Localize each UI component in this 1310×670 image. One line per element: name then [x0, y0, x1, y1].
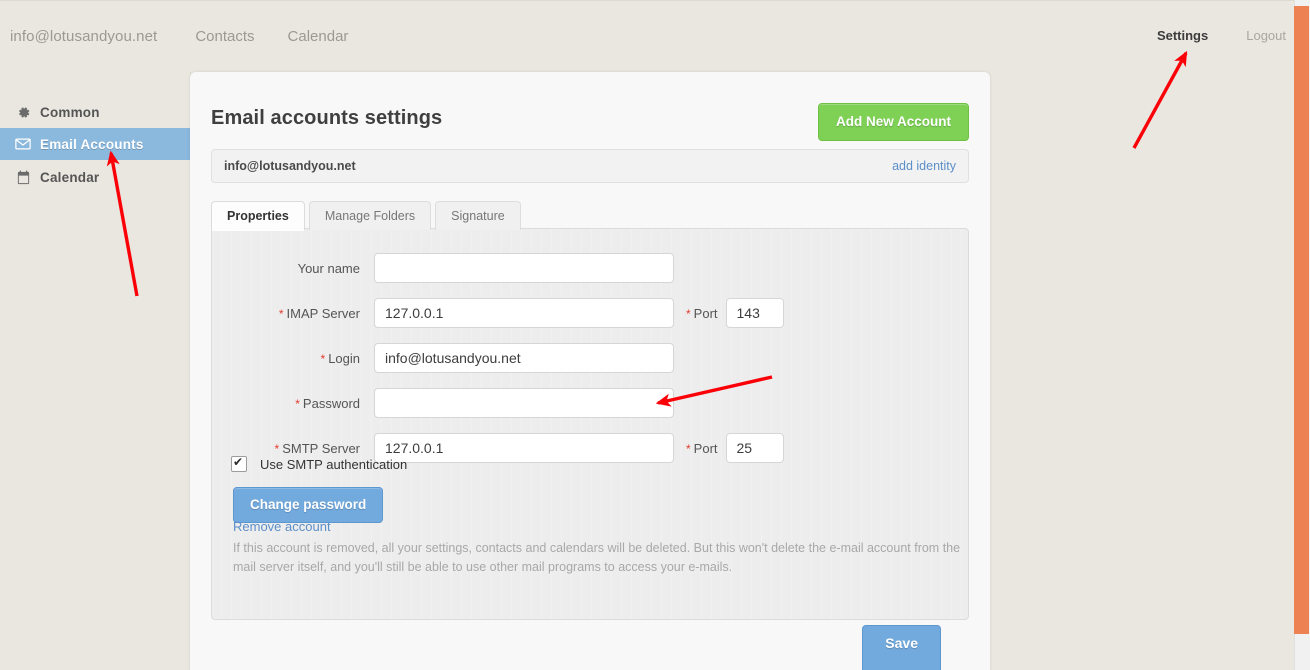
your-name-input[interactable] [374, 253, 674, 283]
top-bar: info@lotusandyou.net Contacts Calendar S… [0, 0, 1310, 73]
settings-panel: Email accounts settings Add New Account … [190, 72, 990, 670]
gear-icon [12, 105, 34, 120]
label-text-smtp-port: Port [693, 440, 718, 456]
label-imap-port: * Port [686, 306, 718, 321]
envelope-icon [12, 138, 34, 150]
label-login: * Login [212, 351, 374, 366]
use-smtp-authentication-label: Use SMTP authentication [260, 456, 408, 472]
label-password: * Password [212, 396, 374, 411]
tab-manage-folders[interactable]: Manage Folders [308, 201, 432, 230]
change-password-button[interactable]: Change password [233, 487, 384, 523]
label-text-imap-port: Port [693, 305, 718, 321]
required-marker-smtp-port: * [686, 441, 691, 456]
required-marker-imap-port: * [686, 306, 691, 321]
smtp-port-input[interactable] [725, 433, 784, 463]
sidebar-item-calendar[interactable]: Calendar [0, 161, 190, 193]
label-smtp-port: * Port [686, 441, 718, 456]
nav-link-calendar[interactable]: Calendar [288, 28, 349, 45]
app-root: info@lotusandyou.net Contacts Calendar S… [0, 0, 1310, 670]
nav-link-contacts[interactable]: Contacts [195, 28, 254, 45]
add-identity-link[interactable]: add identity [892, 159, 956, 173]
login-input[interactable] [374, 343, 674, 373]
save-button[interactable]: Save [862, 625, 941, 670]
remove-account-link[interactable]: Remove account [233, 519, 331, 534]
label-text-smtp-server: SMTP Server [282, 440, 360, 456]
required-marker-smtp-server: * [274, 441, 280, 456]
use-smtp-authentication-checkbox[interactable] [231, 454, 247, 472]
smtp-auth-row: Use SMTP authentication [212, 454, 408, 472]
required-marker-imap-server: * [278, 306, 284, 321]
calendar-icon [12, 170, 34, 185]
label-text-imap-server: IMAP Server [286, 305, 360, 321]
required-marker-login: * [320, 351, 326, 366]
sidebar-item-email-accounts[interactable]: Email Accounts [0, 128, 190, 160]
label-text-password: Password [302, 395, 360, 411]
nav-link-logout[interactable]: Logout [1246, 28, 1286, 43]
field-row-password: * Password [212, 388, 968, 418]
label-imap-server: * IMAP Server [212, 306, 374, 321]
settings-tabs: Properties Manage Folders Signature [211, 201, 525, 231]
vertical-scrollbar-thumb[interactable] [1294, 6, 1309, 634]
label-text-login: Login [328, 350, 360, 366]
properties-form: Your name *IMAP Server *Port *Login [211, 228, 969, 620]
account-row-name: info@lotusandyou.net [224, 159, 356, 173]
sidebar-item-common[interactable]: Common [0, 96, 190, 128]
field-row-your-name: Your name [212, 253, 968, 283]
sidebar-item-label-email-accounts: Email Accounts [40, 136, 144, 152]
label-your-name: Your name [297, 260, 360, 276]
top-bar-right: Settings Logout [1157, 28, 1286, 43]
remove-account-description: If this account is removed, all your set… [233, 541, 961, 574]
account-row[interactable]: info@lotusandyou.net add identity [211, 149, 969, 183]
page-title: Email accounts settings [211, 107, 443, 129]
sidebar: Common Email Accounts Calendar [0, 72, 191, 670]
password-input[interactable] [374, 388, 674, 418]
vertical-scrollbar-track[interactable] [1294, 0, 1310, 670]
current-account-label: info@lotusandyou.net [10, 28, 158, 45]
field-row-login: * Login [212, 343, 968, 373]
imap-server-input[interactable] [374, 298, 674, 328]
sidebar-item-label-common: Common [40, 104, 100, 120]
imap-port-input[interactable] [725, 298, 784, 328]
smtp-server-input[interactable] [374, 433, 674, 463]
add-new-account-button[interactable]: Add New Account [817, 103, 969, 141]
top-bar-left: info@lotusandyou.net Contacts Calendar [10, 28, 381, 45]
required-marker-password: * [295, 396, 300, 411]
nav-link-settings[interactable]: Settings [1157, 28, 1208, 43]
tab-signature[interactable]: Signature [435, 201, 521, 230]
field-row-imap-server: *IMAP Server *Port [212, 298, 968, 328]
tab-properties[interactable]: Properties [211, 201, 305, 231]
sidebar-item-label-calendar: Calendar [40, 169, 100, 185]
